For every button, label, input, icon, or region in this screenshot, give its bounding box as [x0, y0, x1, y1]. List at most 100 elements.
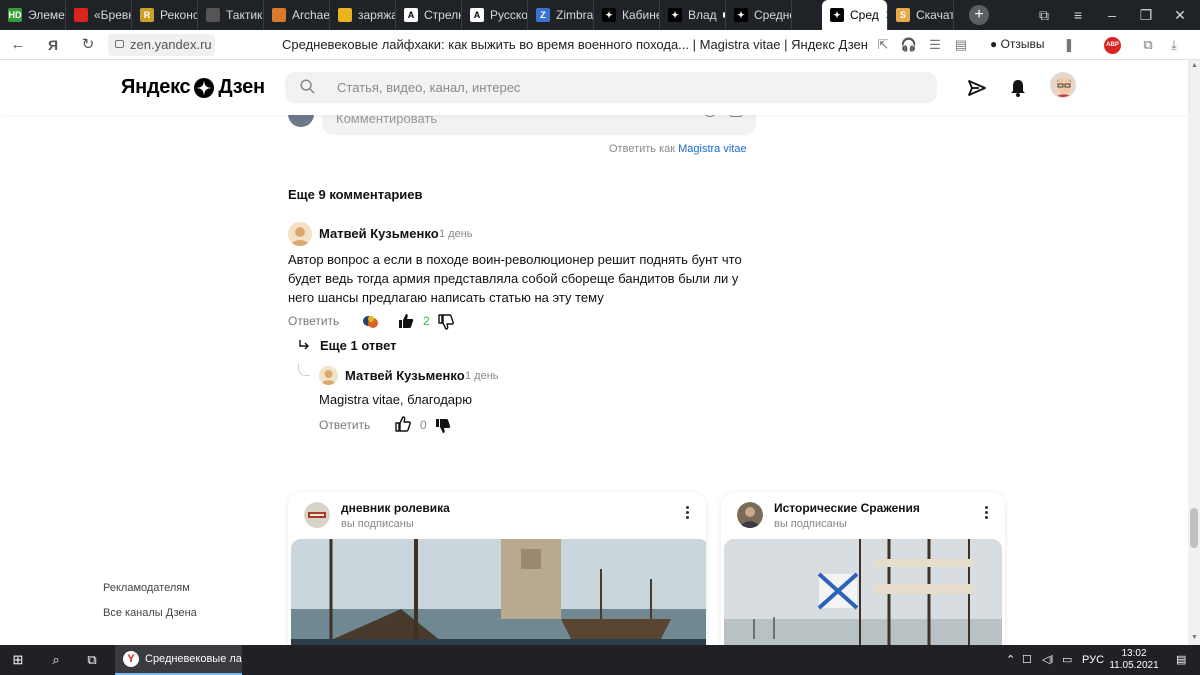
browser-tab[interactable]: HD Элемен: [0, 0, 66, 30]
reply-button[interactable]: Ответить: [288, 314, 339, 328]
taskbar-app-label: Средневековые ла...: [145, 653, 242, 665]
like-icon[interactable]: [395, 416, 411, 432]
tab-label: Русское: [490, 8, 528, 22]
browser-tab[interactable]: A Стрелк: [396, 0, 462, 30]
browser-tab[interactable]: Тактика: [198, 0, 264, 30]
tray-expand-icon[interactable]: ⌃: [1006, 645, 1015, 675]
clock-date: 11.05.2021: [1109, 660, 1159, 671]
search-input[interactable]: [337, 72, 917, 103]
attach-image-icon[interactable]: [729, 115, 743, 117]
headphones-icon[interactable]: 🎧: [898, 30, 920, 60]
dislike-icon[interactable]: [438, 314, 454, 330]
browser-tab[interactable]: ✦Сред✕: [822, 0, 888, 30]
browser-tab[interactable]: A Русское: [462, 0, 528, 30]
dislike-icon[interactable]: [435, 418, 451, 434]
action-center-icon[interactable]: ▤: [1176, 645, 1186, 675]
yandex-home-icon[interactable]: Я: [40, 30, 66, 60]
card-cover-image[interactable]: [724, 539, 1002, 645]
url-field[interactable]: zen.yandex.ru: [108, 34, 215, 56]
like-icon[interactable]: [398, 313, 414, 329]
r-icon: R: [140, 8, 154, 22]
reply-arrow-icon: [299, 340, 309, 350]
notification-area-icon[interactable]: ▭: [1062, 645, 1072, 675]
browser-tab[interactable]: ✦ Кабине: [594, 0, 660, 30]
volume-icon[interactable]: ◁ǀ: [1042, 645, 1053, 675]
task-view-icon[interactable]: ⧉: [78, 645, 106, 675]
bookmark-icon[interactable]: ❚: [1058, 30, 1080, 60]
user-avatar[interactable]: [1050, 72, 1076, 98]
tab-label: Zimbra:: [556, 8, 594, 22]
network-icon[interactable]: ☐: [1022, 645, 1032, 675]
browser-tab[interactable]: Z Zimbra:: [528, 0, 594, 30]
image-icon: [74, 8, 88, 22]
scroll-down-icon[interactable]: ▼: [1191, 634, 1198, 641]
card-cover-image[interactable]: [291, 539, 706, 645]
minimize-icon[interactable]: –: [1094, 0, 1130, 30]
extension-puzzle-icon[interactable]: ⧉: [1137, 30, 1159, 60]
reviews-bubble-icon: ●: [990, 37, 998, 51]
comment-input[interactable]: Комментировать: [322, 115, 756, 135]
search-icon[interactable]: ⌕: [42, 645, 70, 675]
tab-label: Тактика: [226, 8, 263, 22]
browser-tab[interactable]: R Реконс: [132, 0, 198, 30]
logo-yandex-text: Яндекс: [121, 76, 191, 98]
browser-tab[interactable]: ✦ Средне: [726, 0, 792, 30]
back-icon[interactable]: ←: [5, 30, 31, 60]
menu-icon[interactable]: ≡: [1060, 0, 1096, 30]
close-window-icon[interactable]: ✕: [1162, 0, 1198, 30]
reload-icon[interactable]: ↻: [75, 30, 101, 60]
notifications-bell-icon[interactable]: [1008, 78, 1028, 98]
windows-start-icon[interactable]: ⊞: [4, 645, 32, 675]
browser-tab[interactable]: Archaeo: [264, 0, 330, 30]
share-icon[interactable]: ⇱: [872, 30, 894, 60]
comment-author[interactable]: Матвей Кузьменко: [319, 226, 439, 241]
comment-time: 1 день: [439, 228, 473, 240]
card-channel-title: дневник ролевика: [341, 501, 450, 515]
browser-tab[interactable]: ✦ Влад: [660, 0, 726, 30]
channel-card[interactable]: Исторические Сражения вы подписаны: [721, 492, 1005, 645]
reader-mode-icon[interactable]: ☰: [924, 30, 946, 60]
default-avatar-icon: [319, 366, 338, 385]
emoji-icon[interactable]: [703, 115, 717, 117]
adblock-icon[interactable]: ABP: [1104, 37, 1121, 54]
tab-list-icon[interactable]: ⧉: [1026, 0, 1062, 30]
browser-tab-bar: HD Элемен «Бревн R Реконс Тактика Archaeo заряж…: [0, 0, 1200, 30]
taskbar-app-yandex-browser[interactable]: Y Средневековые ла...: [115, 645, 242, 675]
reply-button[interactable]: Ответить: [319, 418, 370, 432]
comment-text: Автор вопрос а если в походе воин-револю…: [288, 252, 742, 305]
scrollbar-thumb[interactable]: [1190, 508, 1198, 548]
scroll-up-icon[interactable]: ▲: [1191, 62, 1198, 69]
tab-label: Реконс: [160, 8, 198, 22]
extension-icon[interactable]: ▤: [950, 30, 972, 60]
page-scrollbar[interactable]: [1188, 60, 1200, 645]
restore-icon[interactable]: ❐: [1128, 0, 1164, 30]
footer-link-all-channels[interactable]: Все каналы Дзена: [103, 607, 197, 619]
dzen-logo[interactable]: Яндекс Дзен: [121, 76, 265, 99]
browser-tab[interactable]: заряжа: [330, 0, 396, 30]
user-avatar-image: [1051, 73, 1075, 97]
answer-as-channel-link[interactable]: Magistra vitae: [678, 143, 746, 155]
more-comments-link[interactable]: Еще 9 комментариев: [288, 187, 423, 202]
card-subscribed-status: вы подписаны: [774, 518, 847, 530]
footer-link-advertisers[interactable]: Рекламодателям: [103, 582, 190, 594]
tab-label: Стрелк: [424, 8, 462, 22]
channel-avatar: [737, 502, 763, 528]
reactions-icon[interactable]: [362, 315, 380, 329]
reply-author-avatar[interactable]: [319, 366, 338, 385]
reviews-button[interactable]: ● Отзывы: [990, 37, 1045, 51]
reply-author[interactable]: Матвей Кузьменко: [345, 368, 465, 383]
send-icon[interactable]: [967, 78, 987, 98]
page-content: Комментировать Ответить как Magistra vit…: [0, 115, 1188, 645]
system-clock[interactable]: 13:02 11.05.2021: [1106, 648, 1162, 672]
card-menu-icon[interactable]: [985, 506, 989, 521]
browser-tab[interactable]: S Скачать: [888, 0, 954, 30]
dzen-header: Яндекс Дзен: [0, 60, 1188, 115]
browser-tab[interactable]: «Бревн: [66, 0, 132, 30]
card-menu-icon[interactable]: [686, 506, 690, 521]
download-icon[interactable]: ⤓: [1163, 30, 1185, 60]
dzen-icon: ✦: [734, 8, 748, 22]
comment-author-avatar[interactable]: [288, 222, 312, 246]
new-tab-button[interactable]: +: [969, 5, 989, 25]
channel-card[interactable]: дневник ролевика вы подписаны: [288, 492, 706, 645]
language-indicator[interactable]: РУС: [1082, 645, 1104, 675]
